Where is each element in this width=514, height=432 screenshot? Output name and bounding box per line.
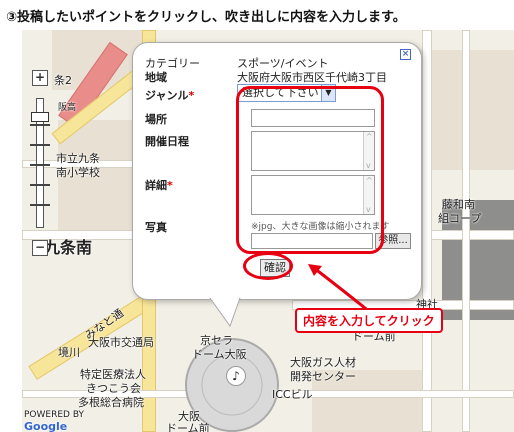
place-label: 場所 <box>145 113 167 126</box>
map-label-medical3: 多根総合病院 <box>78 396 144 409</box>
genre-selected-value: 選択して下さい <box>242 86 319 99</box>
map-label-sakaigawa: 境川 <box>58 346 80 359</box>
close-icon[interactable]: × <box>400 49 411 60</box>
date-textarea[interactable] <box>251 131 375 171</box>
detail-label: 詳細* <box>145 179 173 192</box>
place-input[interactable] <box>251 109 375 127</box>
photo-file-input[interactable] <box>251 233 373 249</box>
zoom-slider-thumb[interactable] <box>31 112 49 122</box>
region-label: 地域 <box>145 71 167 84</box>
zoom-in-button[interactable]: + <box>32 70 48 86</box>
map-label-icc: ICCビル <box>272 388 313 401</box>
google-logo: Google <box>24 420 68 432</box>
photo-label: 写真 <box>145 221 167 234</box>
zoom-control: + − <box>28 34 52 259</box>
map-label-ujo: 条2 <box>54 74 72 87</box>
confirm-button[interactable]: 確認 <box>260 259 290 277</box>
map-powered-by: POWERED BY <box>24 410 85 420</box>
detail-textarea[interactable] <box>251 175 375 215</box>
photo-note: ※jpg、大きな画像は縮小されます <box>251 222 390 232</box>
map-label-kyocera2: ドーム大阪 <box>192 348 247 361</box>
zoom-out-button[interactable]: − <box>32 240 48 256</box>
region-value: 大阪府大阪市西区千代崎3丁目 <box>237 71 387 84</box>
instruction-heading: ③投稿したいポイントをクリックし、吹き出しに内容を入力します。 <box>6 10 406 25</box>
textarea-scrollbar[interactable] <box>363 132 374 170</box>
genre-label: ジャンル* <box>145 89 195 102</box>
map-label-ko-op: 組コープ <box>438 212 482 225</box>
genre-select[interactable]: 選択して下さい ▼ <box>237 84 336 102</box>
chevron-down-icon[interactable]: ▼ <box>321 85 335 101</box>
map-label-gas2: 開発センター <box>290 370 356 383</box>
guitar-marker-icon[interactable]: ♪ <box>226 366 246 386</box>
textarea-scrollbar[interactable] <box>363 176 374 214</box>
date-label: 開催日程 <box>145 135 189 148</box>
browse-button[interactable]: 参照... <box>375 233 411 249</box>
map-label-osaka2: ドーム前 <box>166 422 210 432</box>
callout-label: 内容を入力してクリック <box>295 308 443 333</box>
balloon-tail <box>209 298 241 328</box>
map-label-hanshin: 阪高 <box>58 103 77 113</box>
map-label-minami-school: 南小学校 <box>56 166 100 179</box>
